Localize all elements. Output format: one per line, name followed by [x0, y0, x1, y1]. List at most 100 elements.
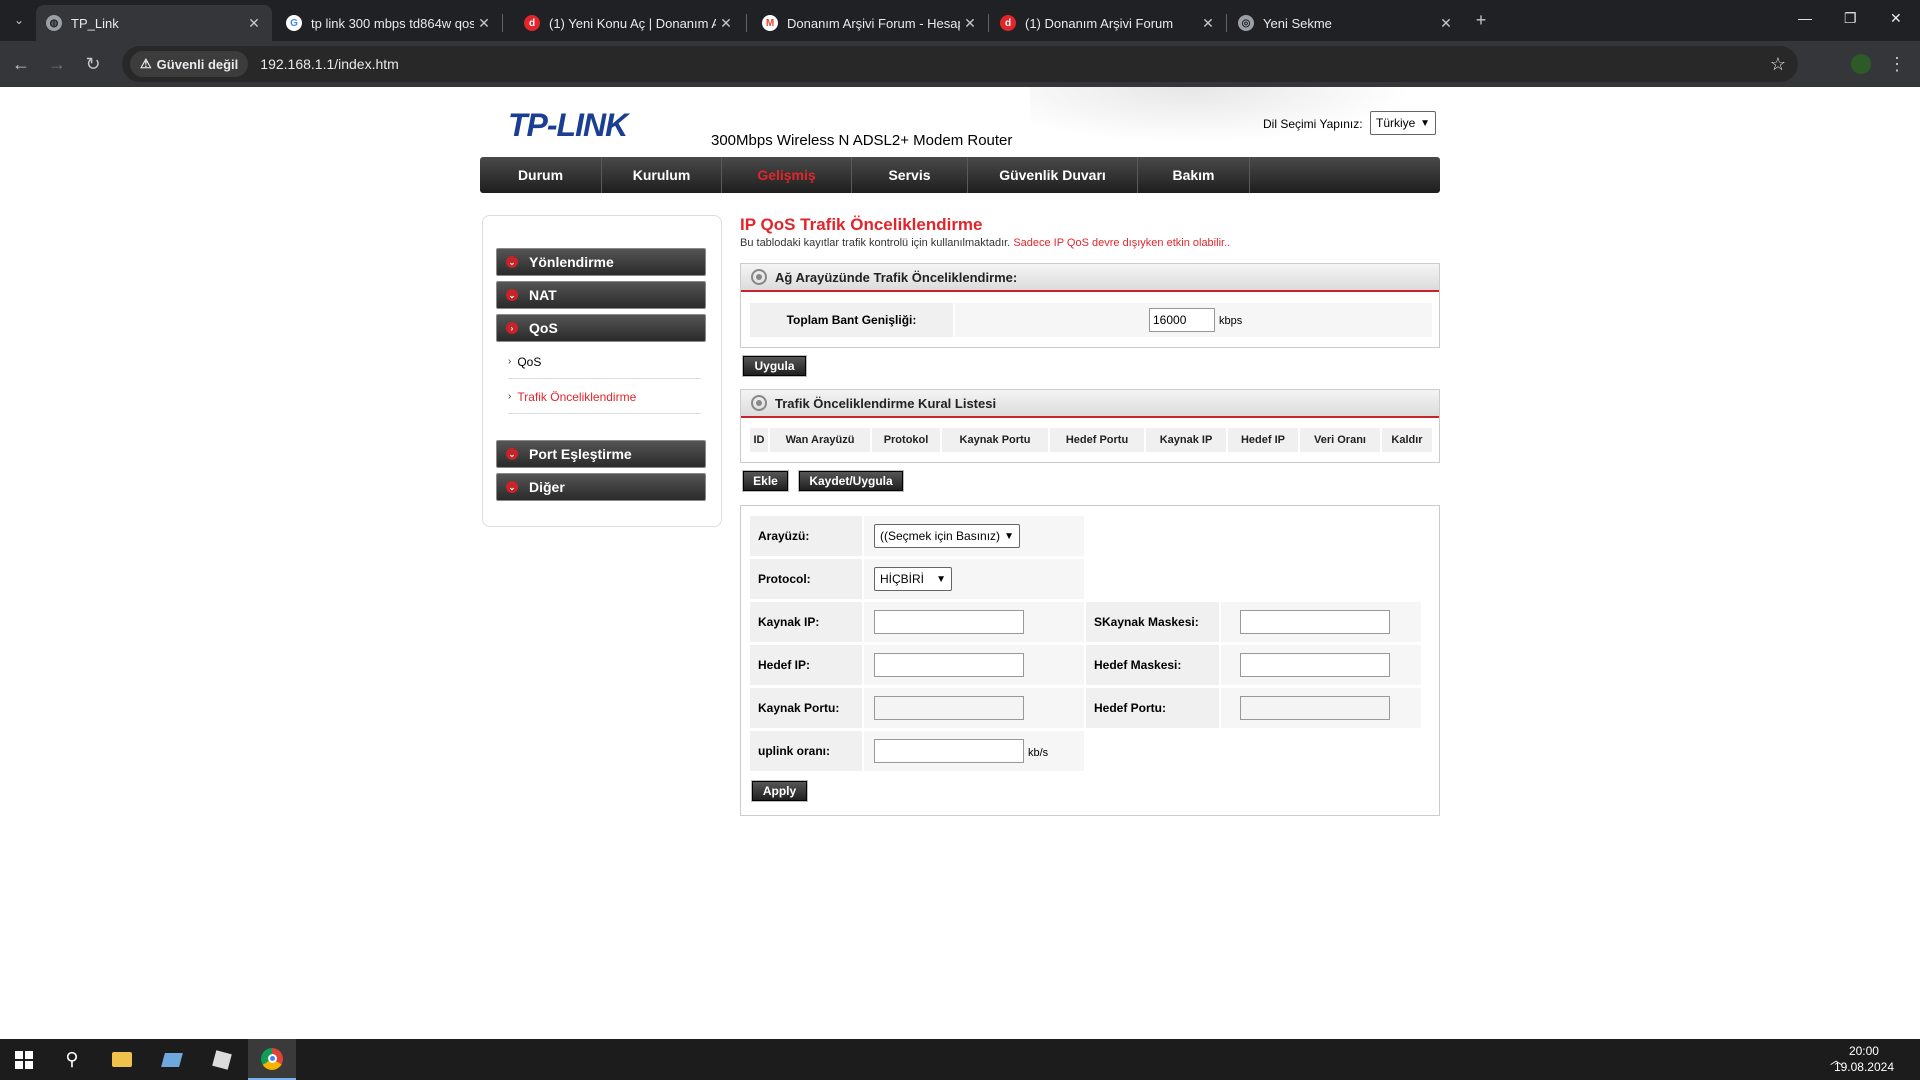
- sidebar-item-diger[interactable]: ⌄ Diğer: [496, 473, 706, 501]
- close-tab-icon[interactable]: ✕: [474, 15, 494, 32]
- chevron-down-icon: ⌄: [506, 481, 518, 493]
- warning-text: Sadece IP QoS devre dışıyken etkin olabi…: [1013, 237, 1231, 249]
- sidebar-item-yonlendirme[interactable]: ⌄ Yönlendirme: [496, 248, 706, 276]
- app-icon[interactable]: [148, 1039, 196, 1080]
- sidebar-subitem-qos[interactable]: › QoS: [508, 345, 701, 379]
- forward-icon[interactable]: →: [42, 49, 72, 79]
- close-tab-icon[interactable]: ✕: [960, 15, 980, 32]
- chrome-taskbar-icon[interactable]: [248, 1039, 296, 1080]
- uygula-button[interactable]: Uygula: [742, 355, 807, 377]
- sidebar-subitem-label: Trafik Önceliklendirme: [517, 389, 637, 404]
- tab-strip: ⌄ ◍ TP_Link ✕ G tp link 300 mbps td864w …: [0, 0, 1920, 41]
- ekle-button[interactable]: Ekle: [742, 470, 789, 492]
- close-window-icon[interactable]: ✕: [1890, 10, 1902, 27]
- back-icon[interactable]: ←: [6, 49, 36, 79]
- windows-taskbar: ⚲ ︿ 20:00 19.08.2024: [0, 1039, 1920, 1080]
- dst-ip-input[interactable]: [874, 653, 1024, 677]
- google-icon: G: [286, 15, 302, 31]
- dst-mask-input[interactable]: [1240, 653, 1390, 677]
- interface-select[interactable]: ((Seçmek için Basınız) ▼: [874, 524, 1020, 548]
- browser-toolbar: ← → ↻ ⚠ Güvenli değil 192.168.1.1/index.…: [0, 41, 1920, 87]
- clock-time: 20:00: [1848, 1044, 1879, 1058]
- panel-title: Trafik Önceliklendirme Kural Listesi: [775, 395, 997, 411]
- chevron-down-icon: ⌄: [506, 256, 518, 268]
- minimize-icon[interactable]: —: [1798, 10, 1812, 26]
- close-tab-icon[interactable]: ✕: [1198, 15, 1218, 32]
- address-bar[interactable]: ⚠ Güvenli değil 192.168.1.1/index.htm ☆: [122, 46, 1798, 82]
- close-tab-icon[interactable]: ✕: [716, 15, 736, 32]
- src-mask-input[interactable]: [1240, 610, 1390, 634]
- globe-icon: ◍: [46, 15, 62, 31]
- bookmark-star-icon[interactable]: ☆: [1770, 54, 1786, 75]
- language-label: Dil Seçimi Yapınız:: [1263, 117, 1363, 131]
- sidebar-subitem-label: QoS: [517, 354, 542, 369]
- sidebar-item-port-eslestirme[interactable]: ⌄ Port Eşleştirme: [496, 440, 706, 468]
- column-header: ID: [750, 428, 768, 452]
- column-header: Hedef Portu: [1050, 428, 1144, 452]
- tab-donanim-forum[interactable]: d (1) Donanım Arşivi Forum ✕: [990, 5, 1226, 41]
- new-tab-icon[interactable]: +: [1466, 5, 1496, 35]
- tab-title: Yeni Sekme: [1263, 15, 1332, 31]
- nav-servis[interactable]: Servis: [852, 157, 968, 193]
- sidebar-item-qos[interactable]: › QoS: [496, 314, 706, 342]
- uplink-label: uplink oranı:: [750, 731, 862, 771]
- clock[interactable]: 20:00 19.08.2024: [1834, 1043, 1894, 1075]
- uplink-input[interactable]: [874, 739, 1024, 763]
- apply-button[interactable]: Apply: [751, 780, 808, 802]
- search-icon[interactable]: ⚲: [48, 1039, 96, 1080]
- column-header: Veri Oranı: [1300, 428, 1380, 452]
- nav-gelismis[interactable]: Gelişmiş: [722, 157, 852, 193]
- kaydet-uygula-button[interactable]: Kaydet/Uygula: [798, 470, 904, 492]
- protocol-select[interactable]: HİÇBİRİ ▼: [874, 567, 952, 591]
- main-nav: Durum Kurulum Gelişmiş Servis Güvenlik D…: [480, 157, 1440, 193]
- column-header: Kaynak Portu: [942, 428, 1048, 452]
- restore-icon[interactable]: ❐: [1844, 10, 1857, 27]
- tab-search-icon[interactable]: ⌄: [4, 5, 34, 35]
- page-description: Bu tablodaki kayıtlar trafik kontrolü iç…: [740, 237, 1230, 249]
- sidebar-item-nat[interactable]: ⌄ NAT: [496, 281, 706, 309]
- dst-port-input[interactable]: [1240, 696, 1390, 720]
- close-tab-icon[interactable]: ✕: [244, 15, 264, 32]
- bandwidth-label: Toplam Bant Genişliği:: [750, 303, 953, 337]
- column-header: Kaynak IP: [1146, 428, 1226, 452]
- gmail-icon: M: [762, 15, 778, 31]
- protocol-value: HİÇBİRİ: [880, 572, 925, 586]
- tp-link-logo: TP-LINK: [508, 107, 628, 143]
- menu-icon[interactable]: ⋮: [1882, 49, 1912, 79]
- security-chip[interactable]: ⚠ Güvenli değil: [130, 51, 249, 77]
- dst-mask-label: Hedef Maskesi:: [1086, 645, 1219, 685]
- tab-new-tab[interactable]: ◎ Yeni Sekme ✕: [1228, 5, 1464, 41]
- warning-icon: ⚠: [140, 56, 152, 71]
- chevron-down-icon: ▼: [1004, 530, 1014, 542]
- uplink-unit: kb/s: [1028, 747, 1049, 759]
- tab-separator: [502, 14, 503, 32]
- protocol-label: Protocol:: [750, 559, 862, 599]
- nav-durum[interactable]: Durum: [480, 157, 602, 193]
- profile-avatar[interactable]: [1846, 49, 1876, 79]
- nav-kurulum[interactable]: Kurulum: [602, 157, 722, 193]
- sidebar-item-label: Yönlendirme: [529, 254, 614, 270]
- tab-google-search[interactable]: G tp link 300 mbps td864w qos ay ✕: [276, 5, 502, 41]
- tab-donanim-hesap[interactable]: M Donanım Arşivi Forum - Hesap ✕: [752, 5, 988, 41]
- url-text[interactable]: 192.168.1.1/index.htm: [260, 56, 399, 72]
- tab-tp-link[interactable]: ◍ TP_Link ✕: [36, 5, 272, 41]
- close-tab-icon[interactable]: ✕: [1436, 15, 1456, 32]
- windows-start-icon[interactable]: [0, 1039, 48, 1080]
- page-title: IP QoS Trafik Önceliklendirme: [740, 215, 983, 234]
- nav-guvenlik-duvari[interactable]: Güvenlik Duvarı: [968, 157, 1138, 193]
- roblox-icon[interactable]: [198, 1039, 246, 1080]
- panel-header: Trafik Önceliklendirme Kural Listesi: [741, 390, 1439, 418]
- reload-icon[interactable]: ↻: [78, 49, 108, 79]
- nav-bakim[interactable]: Bakım: [1138, 157, 1250, 193]
- file-explorer-icon[interactable]: [98, 1039, 146, 1080]
- src-port-input[interactable]: [874, 696, 1024, 720]
- src-ip-input[interactable]: [874, 610, 1024, 634]
- sidebar-subitem-trafik[interactable]: › Trafik Önceliklendirme: [508, 380, 701, 414]
- bandwidth-input[interactable]: 16000: [1149, 308, 1215, 332]
- donanim-arsivi-icon: d: [1000, 15, 1016, 31]
- chevron-down-icon: ▼: [1420, 117, 1430, 129]
- tab-title: tp link 300 mbps td864w qos ay: [311, 15, 474, 31]
- language-select[interactable]: Türkiye ▼: [1370, 111, 1436, 135]
- tab-donanim-konu[interactable]: d (1) Yeni Konu Aç | Donanım Arşi ✕: [514, 5, 744, 41]
- language-value: Türkiye: [1376, 116, 1416, 130]
